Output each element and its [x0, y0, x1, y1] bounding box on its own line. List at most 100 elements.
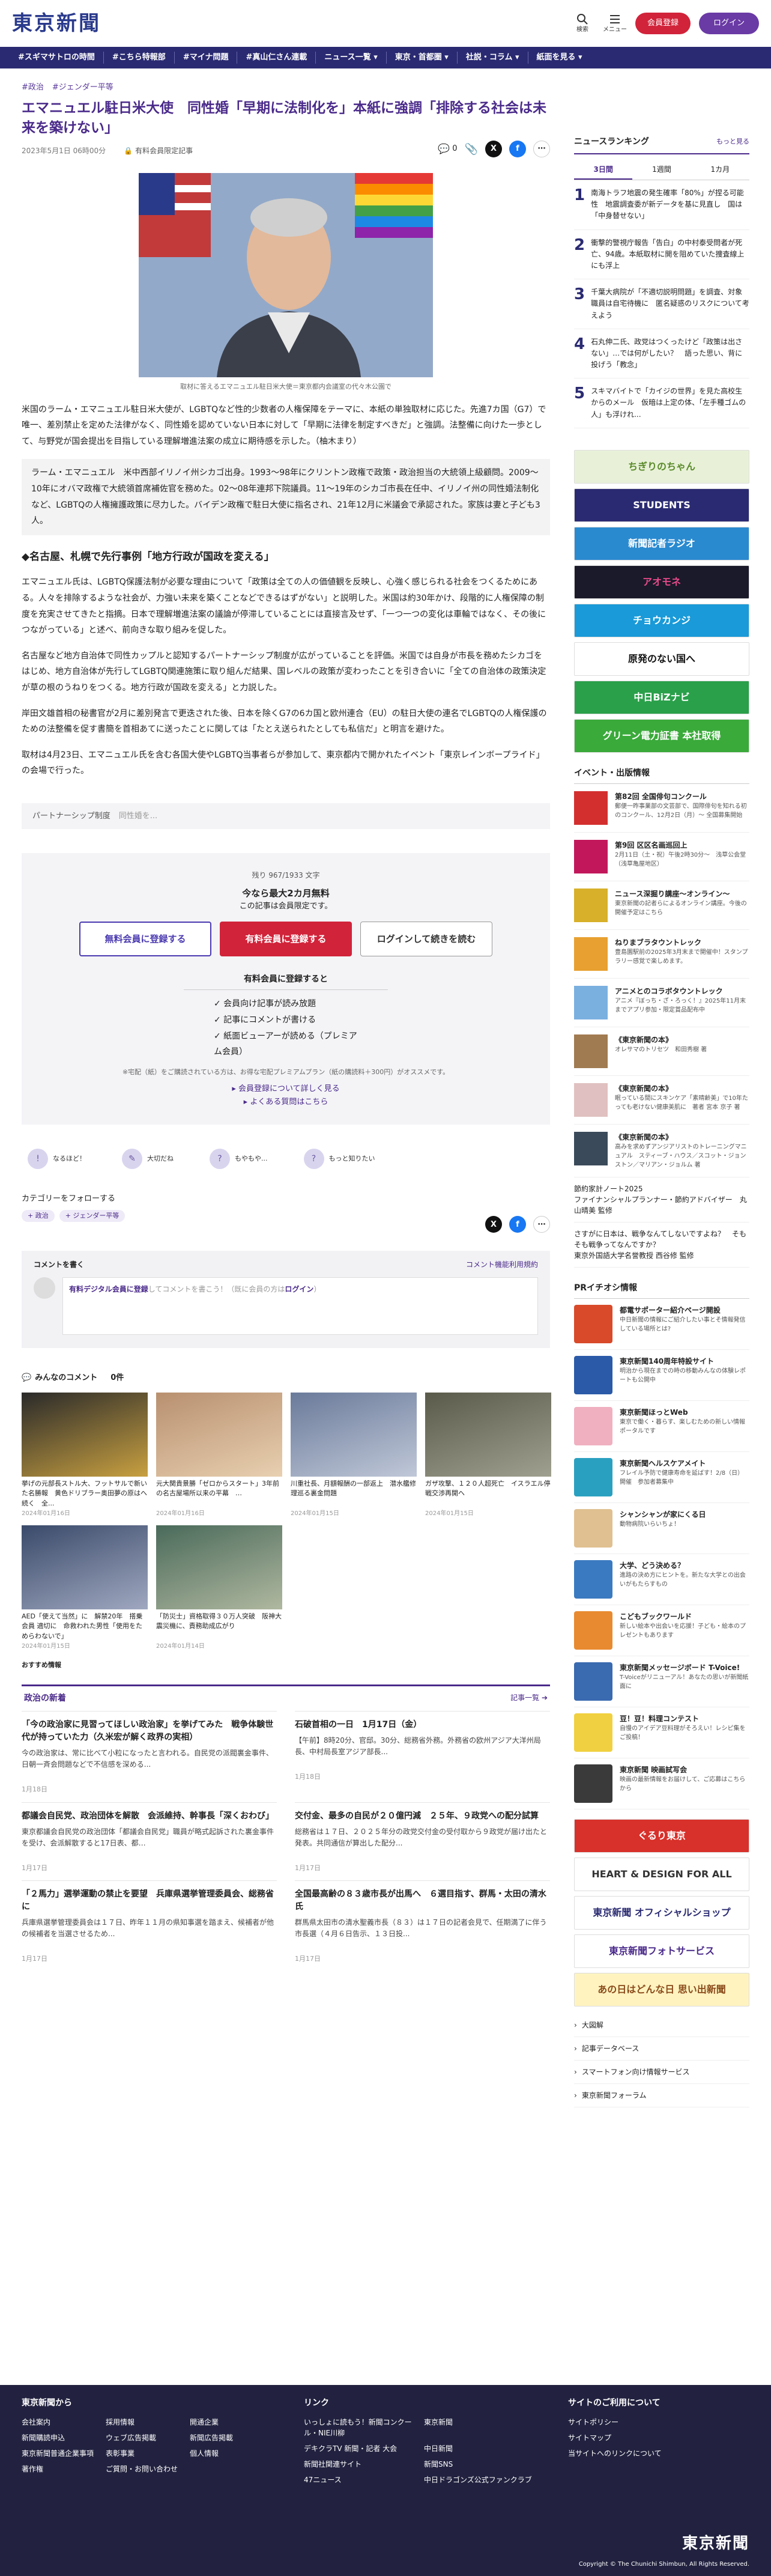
promo-banner[interactable]: アオモネ: [574, 565, 749, 599]
event-item[interactable]: 《東京新聞の本》 眠っている間にスキンケア「素晴齢美」で10年たっても老けない健康…: [574, 1076, 749, 1125]
ranking-item[interactable]: 2 衝撃的警視庁報告「告白」の中村泰受問者が死亡、94歳。本紙取材に開を阻めていた…: [574, 230, 749, 280]
politics-more-link[interactable]: 記事一覧 ➔: [510, 1692, 548, 1705]
footer-link[interactable]: 新聞社関連サイト: [304, 2459, 412, 2470]
pr-item[interactable]: 東京新聞ほっとWeb 東京で働く・暮らす、楽しむための新しい情報ポータルです: [574, 1401, 749, 1452]
register-link[interactable]: 有料デジタル会員に登録: [69, 1285, 148, 1293]
footer-link[interactable]: 開通企業: [190, 2417, 268, 2428]
footer-logo[interactable]: 東京新聞: [682, 2532, 749, 2556]
event-link[interactable]: さすがに日本は、戦争なんてしないですよね？ そもそも戦争ってなんですか？ 東京外…: [574, 1223, 749, 1268]
facebook-share-icon[interactable]: f: [509, 141, 526, 158]
politics-article[interactable]: 石破首相の一日 1月17日（金） 【午前】8時20分、官邸。30分、総務省外務。外…: [295, 1711, 550, 1802]
tag-link[interactable]: #政治: [22, 82, 44, 94]
event-item[interactable]: アニメとのコラボタウントレック アニメ『ぼっち・ざ・ろっく！』2025年11月末ま…: [574, 979, 749, 1027]
event-item[interactable]: 第82回 全国俳句コンクール 郵便一昨事業部の文芸部で、国際俳句を知れる初のコンク…: [574, 784, 749, 833]
promo-banner[interactable]: ぐるり東京: [574, 1818, 749, 1853]
promo-banner[interactable]: 中日BiZナビ: [574, 680, 749, 714]
footer-link[interactable]: ご質問・お問い合わせ: [106, 2464, 184, 2474]
facebook-share-icon[interactable]: f: [509, 1216, 526, 1233]
reaction-button[interactable]: ✎ 大切だね: [122, 1149, 174, 1170]
promo-banner[interactable]: チョウカンジ: [574, 603, 749, 637]
register-button[interactable]: 会員登録: [635, 13, 691, 34]
ranking-more-link[interactable]: もっと見る: [716, 137, 749, 147]
thumb-card[interactable]: 挙げの元部長ストル大、フットサルで新いた名勝報 黄色ドリブラー奥田夢の原はへ続く…: [22, 1392, 148, 1518]
footer-link[interactable]: サイトマップ: [568, 2432, 662, 2443]
footer-link[interactable]: 採用情報: [106, 2417, 184, 2428]
promo-banner[interactable]: 原発のない国へ: [574, 642, 749, 676]
pr-item[interactable]: 東京新聞 映画試写会 映画の最新情報をお届けして、ご応募はこちらから: [574, 1758, 749, 1809]
nav-item[interactable]: 社説・コラム ▾: [458, 52, 528, 64]
event-item[interactable]: ニュース深掘り講座〜オンライン〜 東京新聞の記者らによるオンライン講座。今後の開催…: [574, 881, 749, 930]
comment-icon[interactable]: 💬: [438, 142, 450, 156]
pr-item[interactable]: 東京新聞ヘルスケアメイト フレイル予防で健康寿命を延ばす！2/8（日）開催 参加者…: [574, 1452, 749, 1503]
footer-link[interactable]: サイトポリシー: [568, 2417, 662, 2428]
pr-item[interactable]: シャンシャンが家にくる日 動物病院いらいちょ！: [574, 1503, 749, 1554]
side-link[interactable]: › 大図解: [574, 2014, 749, 2037]
footer-link[interactable]: 個人情報: [190, 2448, 268, 2459]
promo-banner[interactable]: あの日はどんな日 思い出新聞: [574, 1972, 749, 2006]
nav-item[interactable]: 東京・首都圏 ▾: [387, 52, 458, 64]
ranking-item[interactable]: 5 スキマバイトで「カイジの世界」を見た高校生からのメール 仮暗は上定の体、「左手…: [574, 378, 749, 428]
search-button[interactable]: 検索: [570, 13, 594, 34]
pr-item[interactable]: 都電サポーター紹介ページ開設 中日新聞の情報にご紹介したい事とそ情報発信している場…: [574, 1299, 749, 1350]
footer-link[interactable]: 表彰事業: [106, 2448, 184, 2459]
promo-banner[interactable]: ちぎりのちゃん: [574, 449, 749, 484]
event-link[interactable]: 節約家計ノート2025 ファイナンシャルプランナー・節約アドバイザー 丸山晴美 …: [574, 1177, 749, 1223]
footer-link[interactable]: 新聞購読申込: [22, 2432, 100, 2443]
pr-item[interactable]: 大学、どう決める？ 進路の決め方にヒントを。新たな大学との出会いがもたらすもの: [574, 1554, 749, 1605]
login-link[interactable]: ログイン: [285, 1285, 313, 1293]
menu-button[interactable]: メニュー: [603, 13, 627, 34]
x-share-icon[interactable]: X: [485, 141, 502, 158]
pr-item[interactable]: 東京新聞メッセージボード T-Voice! T-Voiceがリニューアル！あなたの…: [574, 1656, 749, 1707]
nav-item[interactable]: #スギマサトロの時間: [10, 52, 104, 64]
nav-item[interactable]: #真山仁さん連載: [237, 52, 316, 64]
nav-item[interactable]: #こちら特報部: [104, 52, 175, 64]
promo-banner[interactable]: 新聞記者ラジオ: [574, 526, 749, 560]
promo-banner[interactable]: STUDENTS: [574, 488, 749, 522]
link-share-icon[interactable]: ⋯: [533, 141, 550, 158]
follow-chip[interactable]: + 政治: [22, 1209, 55, 1223]
footer-link[interactable]: 東京新聞: [424, 2417, 532, 2438]
login-button[interactable]: ログイン: [698, 13, 759, 34]
ranking-item[interactable]: 3 千葉大病院が「不適切説明問題」を調査、対象職員は自宅待機に 匿名疑惑のリスクに…: [574, 279, 749, 329]
pr-item[interactable]: 東京新聞140周年特設サイト 明治から現在までの時の移動みんなの体験レポートも公開…: [574, 1350, 749, 1401]
thumb-card[interactable]: ガザ攻撃、１２０人超死亡 イスラエル停戦交渉再開へ 2024年01月15日: [425, 1392, 551, 1518]
footer-link[interactable]: デキクラTV 新聞・記者 大会: [304, 2443, 412, 2454]
reaction-button[interactable]: ? もやもや...: [210, 1149, 268, 1170]
pr-item[interactable]: こどもブックワールド 新しい絵本や出会いを応援！子ども・絵本のプレゼントもあります: [574, 1605, 749, 1656]
thumb-card[interactable]: 元大関貴景勝「ゼロからスタート」3年前の名古屋場所以来の平幕 … 2024年01月…: [156, 1392, 282, 1518]
event-item[interactable]: 《東京新聞の本》 高みを求めずアンジアリストのトレーニングマニュアル スティーブ・…: [574, 1125, 749, 1177]
pr-item[interactable]: 豆！豆！料理コンテスト 自慢のアイデア豆料理がそろえい！レシピ集をご投稿！: [574, 1707, 749, 1758]
politics-article[interactable]: 交付金、最多の自民が２０億円減 ２５年、９政党への配分試算 総務省は１７日、２０２…: [295, 1802, 550, 1881]
ranking-tab[interactable]: 3日間: [574, 160, 633, 180]
nav-item[interactable]: #マイナ問題: [175, 52, 238, 64]
promo-banner[interactable]: グリーン電力証書 本社取得: [574, 718, 749, 753]
free-register-button[interactable]: 無料会員に登録する: [79, 922, 211, 957]
footer-link[interactable]: 中日新聞: [424, 2443, 532, 2454]
faq-link[interactable]: ▸ よくある質問はこちら: [46, 1096, 526, 1108]
politics-article[interactable]: 都議会自民党、政治団体を解散 会派維持、幹事長「深くおわび」 東京都議会自民党の政…: [22, 1802, 277, 1881]
thumb-card[interactable]: 「防災士」資格取得３０万人突破 阪神大震災機に、責務助成広がり 2024年01月1…: [156, 1525, 282, 1651]
footer-link[interactable]: 47ニュース: [304, 2474, 412, 2485]
politics-article[interactable]: 「今の政治家に見習ってほしい政治家」を挙げてみた 戦争体験世代が持っていた力（久…: [22, 1711, 277, 1802]
clip-icon[interactable]: 📎: [465, 141, 478, 157]
ranking-item[interactable]: 4 石丸伸二氏、政党はつくったけど「政策は出さない」…では何がしたい？ 語った思い…: [574, 329, 749, 379]
membership-info-link[interactable]: ▸ 会員登録について詳しく見る: [46, 1083, 526, 1095]
footer-link[interactable]: 当サイトへのリンクについて: [568, 2448, 662, 2459]
nav-item[interactable]: ニュース一覧 ▾: [316, 52, 387, 64]
link-share-icon[interactable]: ⋯: [533, 1216, 550, 1233]
side-link[interactable]: › 記事データベース: [574, 2037, 749, 2061]
reaction-button[interactable]: ! なるほど！: [28, 1149, 86, 1170]
footer-link[interactable]: 新聞広告掲載: [190, 2432, 268, 2443]
footer-link[interactable]: 会社案内: [22, 2417, 100, 2428]
tag-link[interactable]: #ジェンダー平等: [52, 82, 113, 94]
promo-banner[interactable]: 東京新聞 オフィシャルショップ: [574, 1895, 749, 1930]
reaction-button[interactable]: ? もっと知りたい: [303, 1149, 375, 1170]
footer-link[interactable]: ウェブ広告掲載: [106, 2432, 184, 2443]
politics-article[interactable]: 全国最高齢の８３歳市長が出馬へ ６選目指す、群馬・太田の清水氏 群馬県太田市の清水…: [295, 1880, 550, 1972]
side-link[interactable]: › スマートフォン向け情報サービス: [574, 2061, 749, 2084]
site-logo[interactable]: 東京新聞: [12, 8, 101, 39]
ranking-tab[interactable]: 1カ月: [691, 160, 749, 180]
login-continue-button[interactable]: ログインして続きを読む: [360, 922, 492, 957]
event-item[interactable]: 第9回 区区名画巡回上 2月11日（土・祝）午後2時30分～ 浅草公会堂（浅草亀屋…: [574, 833, 749, 881]
promo-banner[interactable]: 東京新聞フォトサービス: [574, 1934, 749, 1968]
